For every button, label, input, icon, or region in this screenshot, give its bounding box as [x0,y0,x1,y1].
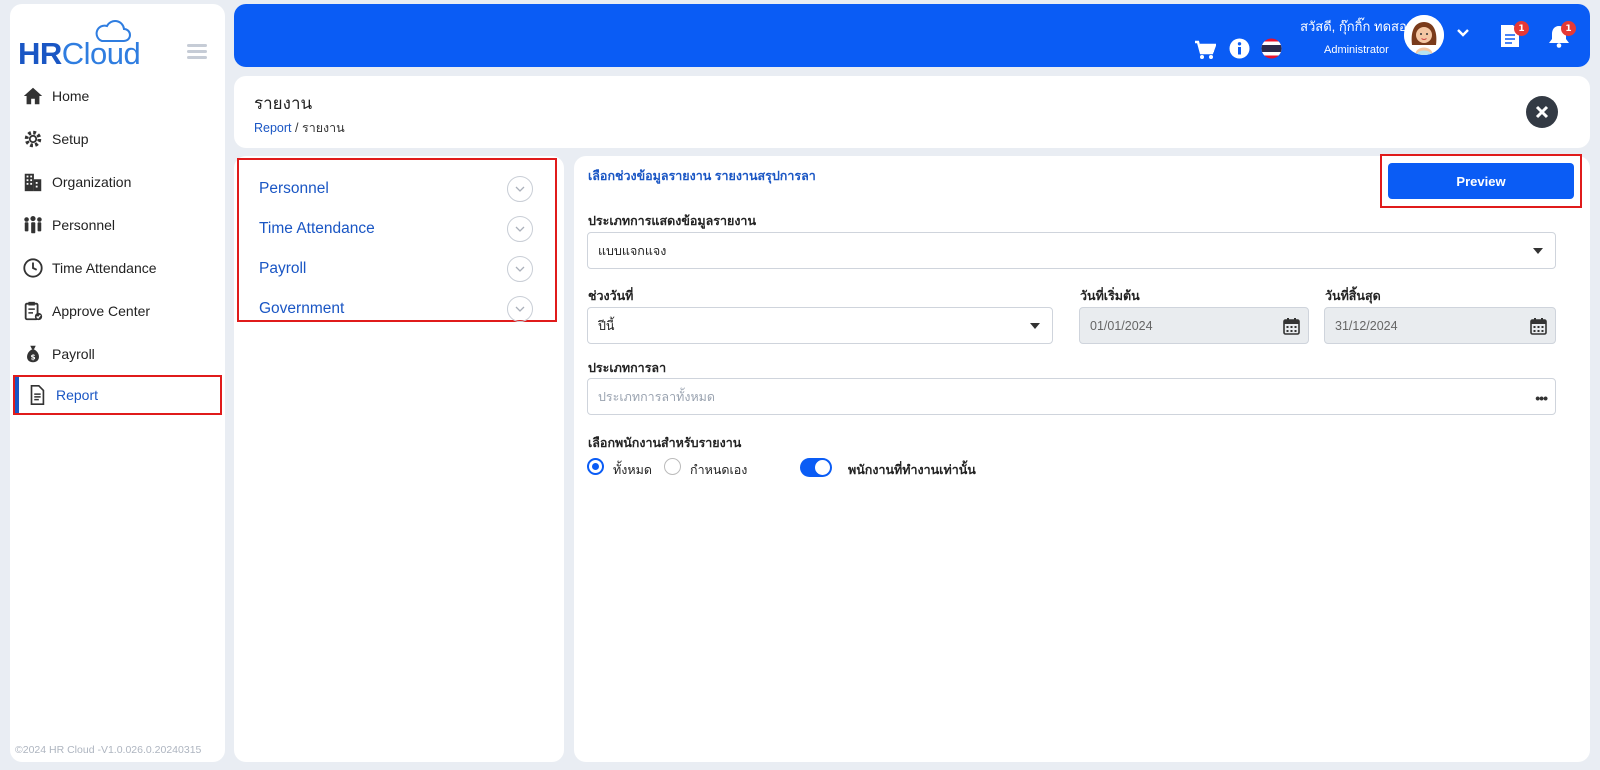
close-icon [1535,105,1549,119]
brand-hr: HR [18,36,62,71]
calendar-icon[interactable] [1530,317,1547,335]
calendar-icon[interactable] [1283,317,1300,335]
hamburger-menu-icon[interactable] [187,44,207,60]
radio-custom[interactable] [664,458,681,475]
page-title: รายงาน [254,94,313,114]
page-header: รายงาน Report / รายงาน [234,76,1590,148]
category-time-attendance[interactable]: Time Attendance [259,220,375,238]
date-range-value: ปีนี้ [598,318,615,333]
chevron-down-icon[interactable] [507,216,533,242]
sidebar-item-label: Personnel [52,216,116,233]
cart-icon[interactable] [1194,40,1216,60]
toggle-label: พนักงานที่ทำงานเท่านั้น [848,463,976,477]
more-options-icon[interactable]: ••• [1535,390,1548,406]
greeting-text: สวัสดี, กุ๊กกิ๊ก ทดสอบ [1300,19,1415,34]
thai-flag-icon[interactable] [1261,38,1282,59]
avatar[interactable] [1404,15,1444,55]
brand-cloud: Cloud [61,36,141,71]
sidebar-item-label: Organization [52,173,132,190]
money-bag-icon: $ [27,345,39,362]
category-personnel[interactable]: Personnel [259,180,329,198]
display-type-value: แบบแจกแจง [598,243,667,258]
sidebar-item-label: Payroll [52,345,95,362]
sidebar-item-label: Time Attendance [52,259,157,276]
end-date-field[interactable]: 31/12/2024 [1324,307,1556,344]
sidebar-item-approve-center[interactable]: Approve Center [10,289,225,332]
building-icon [24,173,42,191]
sidebar-item-label: Report [56,387,99,403]
employee-select-label: เลือกพนักงานสำหรับรายงาน [588,436,742,450]
top-bar: สวัสดี, กุ๊กกิ๊ก ทดสอบ Administrator 1 1 [234,4,1590,67]
hrcloud-logo[interactable]: HRCloud [18,16,153,72]
sidebar-nav: Home Setup Organization Personnel Time A… [10,74,225,415]
category-list: Personnel Time Attendance Payroll Govern… [237,158,557,322]
preview-highlight: Preview [1380,154,1582,208]
radio-all[interactable] [587,458,604,475]
start-date-field[interactable]: 01/01/2024 [1079,307,1309,344]
sidebar-item-label: Approve Center [52,302,151,319]
leave-type-field[interactable]: ประเภทการลาทั้งหมด ••• [587,378,1556,415]
sidebar-item-home[interactable]: Home [10,74,225,117]
report-category-panel: Personnel Time Attendance Payroll Govern… [234,156,564,762]
svg-text:$: $ [30,352,35,361]
leave-type-label: ประเภทการลา [588,361,667,375]
clipboard-check-icon [24,301,43,320]
chevron-down-icon[interactable] [1456,28,1470,38]
document-badge: 1 [1514,21,1529,36]
breadcrumb: Report / รายงาน [254,118,345,138]
sidebar-item-payroll[interactable]: $ Payroll [10,332,225,375]
start-date-value: 01/01/2024 [1090,318,1153,333]
bell-badge: 1 [1561,21,1576,36]
end-date-value: 31/12/2024 [1335,318,1398,333]
sidebar-item-personnel[interactable]: Personnel [10,203,225,246]
people-icon [24,215,42,233]
sidebar-item-label: Home [52,87,90,104]
preview-button[interactable]: Preview [1388,163,1574,199]
radio-custom-label: กำหนดเอง [690,463,748,477]
category-payroll[interactable]: Payroll [259,260,306,278]
role-text: Administrator [1324,44,1389,56]
caret-down-icon [1030,323,1040,329]
active-employees-toggle[interactable] [800,458,832,477]
version-text: ©2024 HR Cloud -V1.0.026.0.20240315 [15,744,202,756]
close-button[interactable] [1526,96,1558,128]
category-government[interactable]: Government [259,300,344,318]
home-icon [23,87,43,104]
breadcrumb-current: รายงาน [301,121,345,135]
chevron-down-icon[interactable] [507,256,533,282]
sidebar-item-label: Setup [52,130,89,147]
caret-down-icon [1533,248,1543,254]
sidebar-item-setup[interactable]: Setup [10,117,225,160]
radio-all-label: ทั้งหมด [613,463,652,477]
start-date-label: วันที่เริ่มต้น [1080,289,1140,303]
display-type-label: ประเภทการแสดงข้อมูลรายงาน [588,214,756,228]
clock-icon [23,257,43,278]
section-title: เลือกช่วงข้อมูลรายงาน รายงานสรุปการลา [588,169,816,183]
date-range-label: ช่วงวันที่ [588,289,634,303]
date-range-select[interactable]: ปีนี้ [587,307,1053,344]
sidebar-item-time-attendance[interactable]: Time Attendance [10,246,225,289]
info-icon[interactable] [1229,38,1250,59]
document-icon [30,385,45,405]
chevron-down-icon[interactable] [507,176,533,202]
gear-icon [24,130,42,147]
display-type-select[interactable]: แบบแจกแจง [587,232,1556,269]
chevron-down-icon[interactable] [507,296,533,322]
end-date-label: วันที่สิ้นสุด [1325,289,1381,303]
sidebar: HRCloud Home Setup Organization Personne… [10,4,225,762]
sidebar-item-organization[interactable]: Organization [10,160,225,203]
breadcrumb-separator: / [295,121,299,135]
breadcrumb-link-report[interactable]: Report [254,121,292,135]
leave-type-placeholder: ประเภทการลาทั้งหมด [598,389,716,404]
sidebar-item-report[interactable]: Report [13,375,222,415]
report-form-panel: เลือกช่วงข้อมูลรายงาน รายงานสรุปการลา Pr… [574,154,1590,762]
